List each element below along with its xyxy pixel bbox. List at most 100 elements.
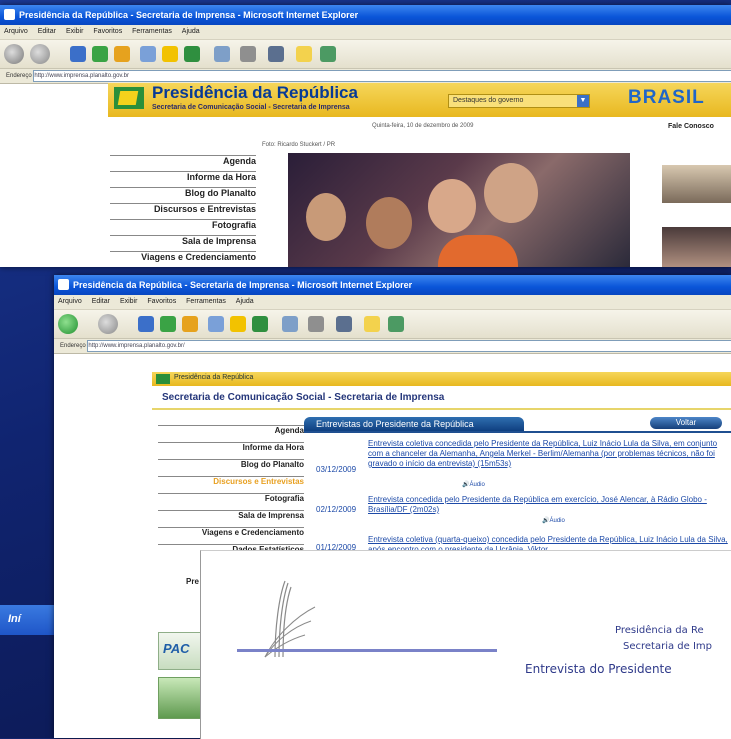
- forward-icon[interactable]: [30, 44, 50, 64]
- mail-icon[interactable]: [214, 46, 230, 62]
- contact-link[interactable]: Fale Conosco: [668, 123, 714, 130]
- stop-icon[interactable]: [138, 316, 154, 332]
- slide-divider: [237, 649, 497, 652]
- refresh-icon[interactable]: [160, 316, 176, 332]
- folder-icon[interactable]: [296, 46, 312, 62]
- mail-icon[interactable]: [282, 316, 298, 332]
- address-label: Endereço: [60, 343, 86, 349]
- nav-discursos-entrevistas[interactable]: Discursos e Entrevistas: [110, 203, 256, 214]
- featured-photo[interactable]: [288, 153, 630, 267]
- nav-sala-de-imprensa[interactable]: Sala de Imprensa: [158, 510, 304, 520]
- menu-help[interactable]: Ajuda: [236, 298, 254, 305]
- address-value: http://www.imprensa.planalto.gov.br: [34, 73, 129, 79]
- page-subtitle: Secretaria de Comunicação Social - Secre…: [152, 104, 350, 111]
- nav-discursos-entrevistas[interactable]: Discursos e Entrevistas: [158, 476, 304, 486]
- entry-text: Entrevista concedida pelo Presidente da …: [368, 495, 707, 514]
- nav-blog-do-planalto[interactable]: Blog do Planalto: [110, 187, 256, 198]
- window-title: Presidência da República - Secretaria de…: [73, 280, 413, 290]
- entry-link[interactable]: Entrevista coletiva concedida pelo Presi…: [368, 439, 728, 481]
- back-icon[interactable]: [58, 314, 78, 334]
- planalto-logo-icon: [264, 580, 316, 658]
- menu-edit[interactable]: Editar: [92, 298, 110, 305]
- menu-favorites[interactable]: Favoritos: [93, 28, 122, 35]
- home-icon[interactable]: [114, 46, 130, 62]
- tab-entrevistas-label: Entrevistas do Presidente da República: [316, 419, 474, 429]
- audio-label: Áudio: [549, 518, 565, 524]
- photo-credit: Foto: Ricardo Stuckert / PR: [262, 142, 336, 148]
- entry-date: 02/12/2009: [316, 505, 357, 514]
- menu-bar: Arquivo Editar Exibir Favoritos Ferramen…: [54, 295, 731, 310]
- search-icon[interactable]: [208, 316, 224, 332]
- home-icon[interactable]: [182, 316, 198, 332]
- photo-person-4: [484, 163, 538, 223]
- nav-informe-da-hora[interactable]: Informe da Hora: [158, 442, 304, 452]
- start-button[interactable]: Iní: [8, 613, 21, 625]
- menu-help[interactable]: Ajuda: [182, 28, 200, 35]
- menu-edit[interactable]: Editar: [38, 28, 56, 35]
- thumbnail-1[interactable]: [662, 165, 731, 203]
- photo-dress: [438, 235, 518, 267]
- nav-agenda[interactable]: Agenda: [158, 425, 304, 435]
- slide-line-2: Secretaria de Imp: [623, 641, 713, 652]
- nav-fotografia[interactable]: Fotografia: [158, 493, 304, 503]
- forward-icon[interactable]: [98, 314, 118, 334]
- menu-favorites[interactable]: Favoritos: [147, 298, 176, 305]
- nav-sala-de-imprensa[interactable]: Sala de Imprensa: [110, 235, 256, 246]
- date-text: Quinta-feira, 10 de dezembro de 2009: [372, 123, 474, 129]
- search-icon[interactable]: [140, 46, 156, 62]
- chevron-down-icon: ▼: [577, 95, 589, 107]
- menu-view[interactable]: Exibir: [120, 298, 138, 305]
- pac-banner[interactable]: PAC: [158, 632, 206, 670]
- favorites-icon[interactable]: [230, 316, 246, 332]
- folder-icon[interactable]: [364, 316, 380, 332]
- address-field[interactable]: http://www.imprensa.planalto.gov.br/: [87, 340, 731, 352]
- messenger-icon[interactable]: [320, 46, 336, 62]
- back-icon[interactable]: [4, 44, 24, 64]
- page-header-band: Presidência da República Secretaria de C…: [108, 83, 731, 117]
- menu-tools[interactable]: Ferramentas: [132, 28, 172, 35]
- favorites-icon[interactable]: [162, 46, 178, 62]
- audio-link[interactable]: 🔊Áudio: [542, 517, 565, 524]
- history-icon[interactable]: [252, 316, 268, 332]
- back-button[interactable]: Voltar: [650, 417, 722, 429]
- tab-entrevistas[interactable]: Entrevistas do Presidente da República: [304, 417, 524, 431]
- highlights-select[interactable]: Destaques do governo ▼: [448, 94, 590, 108]
- nav-fotografia[interactable]: Fotografia: [110, 219, 256, 230]
- menu-view[interactable]: Exibir: [66, 28, 84, 35]
- history-icon[interactable]: [184, 46, 200, 62]
- messenger-icon[interactable]: [388, 316, 404, 332]
- thumbnail-2[interactable]: [662, 227, 731, 267]
- refresh-icon[interactable]: [92, 46, 108, 62]
- entry-date: 03/12/2009: [316, 465, 357, 474]
- address-bar: Endereço http://www.imprensa.planalto.go…: [0, 69, 731, 84]
- nav-viagens-credenciamento[interactable]: Viagens e Credenciamento: [158, 527, 304, 537]
- stop-icon[interactable]: [70, 46, 86, 62]
- brasil-logo-text: BRASIL: [628, 87, 705, 108]
- green-banner[interactable]: [158, 677, 206, 719]
- toolbar: [0, 40, 731, 69]
- address-label: Endereço: [6, 73, 32, 79]
- edit-icon[interactable]: [336, 316, 352, 332]
- print-icon[interactable]: [308, 316, 324, 332]
- page-title: Presidência da República: [152, 83, 358, 102]
- presentation-slide: Presidência da Re Secretaria de Imp Entr…: [200, 550, 731, 739]
- window-title: Presidência da República - Secretaria de…: [19, 10, 359, 20]
- brazil-flag-diamond: [117, 91, 139, 105]
- menu-tools[interactable]: Ferramentas: [186, 298, 226, 305]
- nav-blog-do-planalto[interactable]: Blog do Planalto: [158, 459, 304, 469]
- edit-icon[interactable]: [268, 46, 284, 62]
- nav-partial[interactable]: Pre: [186, 577, 199, 586]
- print-icon[interactable]: [240, 46, 256, 62]
- entry-link[interactable]: Entrevista concedida pelo Presidente da …: [368, 495, 728, 517]
- nav-viagens-credenciamento[interactable]: Viagens e Credenciamento: [110, 251, 256, 262]
- ie-icon: [4, 9, 15, 20]
- audio-label: Áudio: [469, 482, 485, 488]
- menu-file[interactable]: Arquivo: [4, 28, 28, 35]
- nav-informe-da-hora[interactable]: Informe da Hora: [110, 171, 256, 182]
- menu-file[interactable]: Arquivo: [58, 298, 82, 305]
- interview-list: 03/12/2009 Entrevista coletiva concedida…: [312, 435, 731, 565]
- address-field[interactable]: http://www.imprensa.planalto.gov.br: [33, 70, 731, 82]
- nav-agenda[interactable]: Agenda: [110, 155, 256, 166]
- audio-link[interactable]: 🔊Áudio: [462, 481, 485, 488]
- browser-window-back: Presidência da República - Secretaria de…: [0, 5, 731, 267]
